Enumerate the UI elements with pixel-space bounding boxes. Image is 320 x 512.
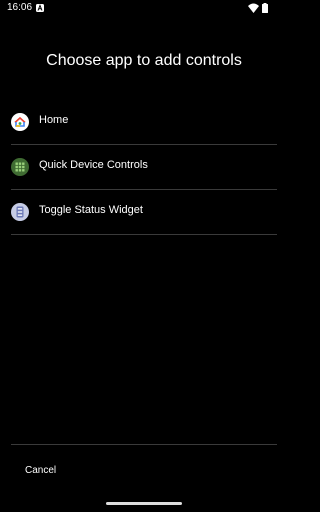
dialog-title: Choose app to add controls — [46, 52, 242, 69]
app-item-home[interactable]: Home — [11, 100, 277, 145]
grid-apps-icon — [11, 158, 29, 176]
status-time: 16:06 — [7, 2, 33, 13]
cancel-button[interactable]: Cancel — [16, 458, 64, 482]
app-item-quick-device-controls[interactable]: Quick Device Controls — [11, 145, 277, 190]
app-item-label: Toggle Status Widget — [39, 204, 143, 216]
footer-divider — [11, 444, 277, 445]
battery-icon — [262, 3, 268, 13]
notification-a-icon — [36, 4, 44, 12]
app-item-label: Quick Device Controls — [39, 159, 148, 171]
app-item-label: Home — [39, 114, 69, 126]
google-home-icon — [11, 113, 29, 131]
gesture-nav-handle[interactable] — [106, 502, 182, 505]
wifi-icon — [248, 3, 259, 13]
app-item-toggle-status-widget[interactable]: Toggle Status Widget — [11, 190, 277, 235]
toggle-widget-icon — [11, 203, 29, 221]
status-bar: 16:06 — [0, 0, 288, 18]
